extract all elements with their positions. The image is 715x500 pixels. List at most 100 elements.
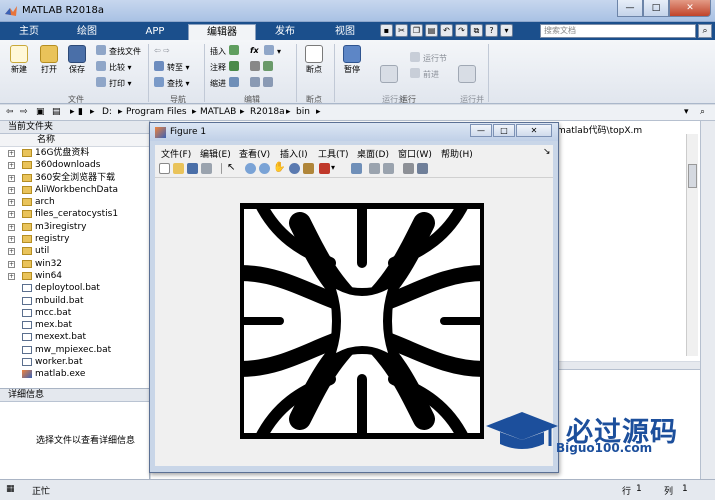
menu-tools[interactable]: 工具(T) <box>318 147 349 160</box>
list-item[interactable]: worker.bat <box>0 356 149 368</box>
list-item[interactable]: mex.bat <box>0 319 149 331</box>
breadcrumb-r2018a[interactable]: R2018a <box>250 107 285 117</box>
compare-button[interactable]: 比较 ▾ <box>96 61 132 73</box>
tab-home[interactable]: 主页 <box>6 24 52 40</box>
expand-icon[interactable]: + <box>8 199 15 207</box>
zoom-out-icon[interactable] <box>259 163 270 174</box>
up-folder-icon[interactable]: ▣ <box>36 107 45 117</box>
paste-icon[interactable]: ▤ <box>425 24 438 37</box>
address-search-icon[interactable]: ⌕ <box>700 107 705 117</box>
switch-windows-icon[interactable]: ⧉ <box>470 24 483 37</box>
menu-insert[interactable]: 插入(I) <box>280 147 308 160</box>
forward-arrow-icon[interactable]: ⇨ <box>20 107 28 117</box>
list-item[interactable]: + m3iregistry <box>0 221 149 233</box>
menu-help[interactable]: 帮助(H) <box>441 147 473 160</box>
name-column-header[interactable]: 名称 <box>0 134 149 147</box>
list-item[interactable]: mcc.bat <box>0 307 149 319</box>
browse-folder-icon[interactable]: ▤ <box>52 107 61 117</box>
tab-apps[interactable]: APP <box>130 24 180 40</box>
tab-publish[interactable]: 发布 <box>262 24 308 40</box>
list-item[interactable]: mexext.bat <box>0 331 149 343</box>
breadcrumb-program-files[interactable]: Program Files <box>126 107 187 117</box>
expand-icon[interactable]: + <box>8 174 15 182</box>
list-item[interactable]: +360安全浏览器下载 <box>0 172 149 184</box>
maximize-button[interactable]: □ <box>643 0 669 17</box>
editor-scrollbar[interactable] <box>686 134 698 356</box>
insert-button[interactable]: 插入 <box>210 45 242 57</box>
redo-icon[interactable]: ↷ <box>455 24 468 37</box>
menu-dock-icon[interactable]: ↘ <box>543 147 551 157</box>
menu-window[interactable]: 窗口(W) <box>398 147 432 160</box>
list-item[interactable]: + win32 <box>0 258 149 270</box>
menu-file[interactable]: 文件(F) <box>161 147 191 160</box>
expand-icon[interactable]: + <box>8 186 15 194</box>
breadcrumb-d[interactable]: D: <box>102 107 112 117</box>
save-figure-icon[interactable] <box>187 163 198 174</box>
comment-tools[interactable] <box>250 61 276 73</box>
menu-view[interactable]: 查看(V) <box>239 147 270 160</box>
address-dropdown-icon[interactable]: ▾ <box>684 107 689 117</box>
panel-splitter[interactable] <box>558 362 700 370</box>
back-forward-buttons[interactable]: ⇦ ⇨ <box>154 45 170 57</box>
legend-icon[interactable] <box>383 163 394 174</box>
tab-view[interactable]: 视图 <box>322 24 368 40</box>
close-button[interactable]: ✕ <box>669 0 711 17</box>
tab-editor[interactable]: 编辑器 <box>188 24 256 40</box>
indent-tools[interactable] <box>250 77 276 89</box>
find-files-button[interactable]: 查找文件 <box>96 45 141 57</box>
print-figure-icon[interactable] <box>201 163 212 174</box>
dropdown-icon[interactable]: ▾ <box>500 24 513 37</box>
expand-icon[interactable]: + <box>8 162 15 170</box>
list-item[interactable]: +360downloads <box>0 159 149 171</box>
expand-icon[interactable]: + <box>8 150 15 157</box>
figure-close-button[interactable]: ✕ <box>516 124 552 137</box>
scroll-thumb[interactable] <box>688 164 697 188</box>
copy-icon[interactable]: ❐ <box>410 24 423 37</box>
list-item[interactable]: + arch <box>0 196 149 208</box>
colorbar-icon[interactable] <box>369 163 380 174</box>
back-arrow-icon[interactable]: ⇦ <box>6 107 14 117</box>
figure-minimize-button[interactable]: — <box>470 124 492 137</box>
figure-maximize-button[interactable]: □ <box>493 124 515 137</box>
print-button[interactable]: 打印 ▾ <box>96 77 132 89</box>
expand-icon[interactable]: + <box>8 260 15 268</box>
list-item[interactable]: + win64 <box>0 270 149 282</box>
list-item[interactable]: +16G优盘资料 <box>0 147 149 159</box>
expand-icon[interactable]: + <box>8 248 15 256</box>
search-input[interactable]: 搜索文档 <box>540 24 696 38</box>
search-icon[interactable]: ⌕ <box>698 24 712 38</box>
goto-button[interactable]: 转至 ▾ <box>154 61 190 73</box>
list-item[interactable]: + util <box>0 245 149 257</box>
pan-hand-icon[interactable]: ✋ <box>273 163 285 174</box>
list-item[interactable]: mw_mpiexec.bat <box>0 344 149 356</box>
expand-icon[interactable]: + <box>8 272 15 280</box>
brush-icon[interactable] <box>319 163 330 174</box>
list-item[interactable]: mbuild.bat <box>0 295 149 307</box>
find-button[interactable]: 查找 ▾ <box>154 77 190 89</box>
menu-desktop[interactable]: 桌面(D) <box>357 147 389 160</box>
open-button[interactable]: 打开 <box>36 45 62 75</box>
save-icon[interactable]: ▪ <box>380 24 393 37</box>
editor-file-tab[interactable]: matlab代码\topX.m <box>557 123 642 136</box>
new-button[interactable]: 新建 <box>6 45 32 75</box>
menu-edit[interactable]: 编辑(E) <box>200 147 231 160</box>
breadcrumb-bin[interactable]: bin <box>296 107 310 117</box>
undo-icon[interactable]: ↶ <box>440 24 453 37</box>
breakpoints-button[interactable]: 断点 <box>300 45 328 75</box>
list-item[interactable]: + files_ceratocystis1 <box>0 208 149 220</box>
expand-icon[interactable]: + <box>8 236 15 244</box>
brush-dropdown-icon[interactable]: ▾ <box>331 163 342 174</box>
expand-icon[interactable]: + <box>8 211 15 219</box>
hide-plot-tools-icon[interactable] <box>403 163 414 174</box>
rotate-3d-icon[interactable] <box>289 163 300 174</box>
link-plot-icon[interactable] <box>351 163 362 174</box>
list-item[interactable]: + registry <box>0 233 149 245</box>
list-item[interactable]: + AliWorkbenchData <box>0 184 149 196</box>
comment-button[interactable]: 注释 <box>210 61 242 73</box>
list-item[interactable]: matlab.exe <box>0 368 149 380</box>
zoom-in-icon[interactable] <box>245 163 256 174</box>
data-cursor-icon[interactable] <box>303 163 314 174</box>
tab-plots[interactable]: 绘图 <box>64 24 110 40</box>
minimize-button[interactable]: — <box>617 0 643 17</box>
figure-title-bar[interactable]: Figure 1 — □ ✕ <box>150 123 558 141</box>
